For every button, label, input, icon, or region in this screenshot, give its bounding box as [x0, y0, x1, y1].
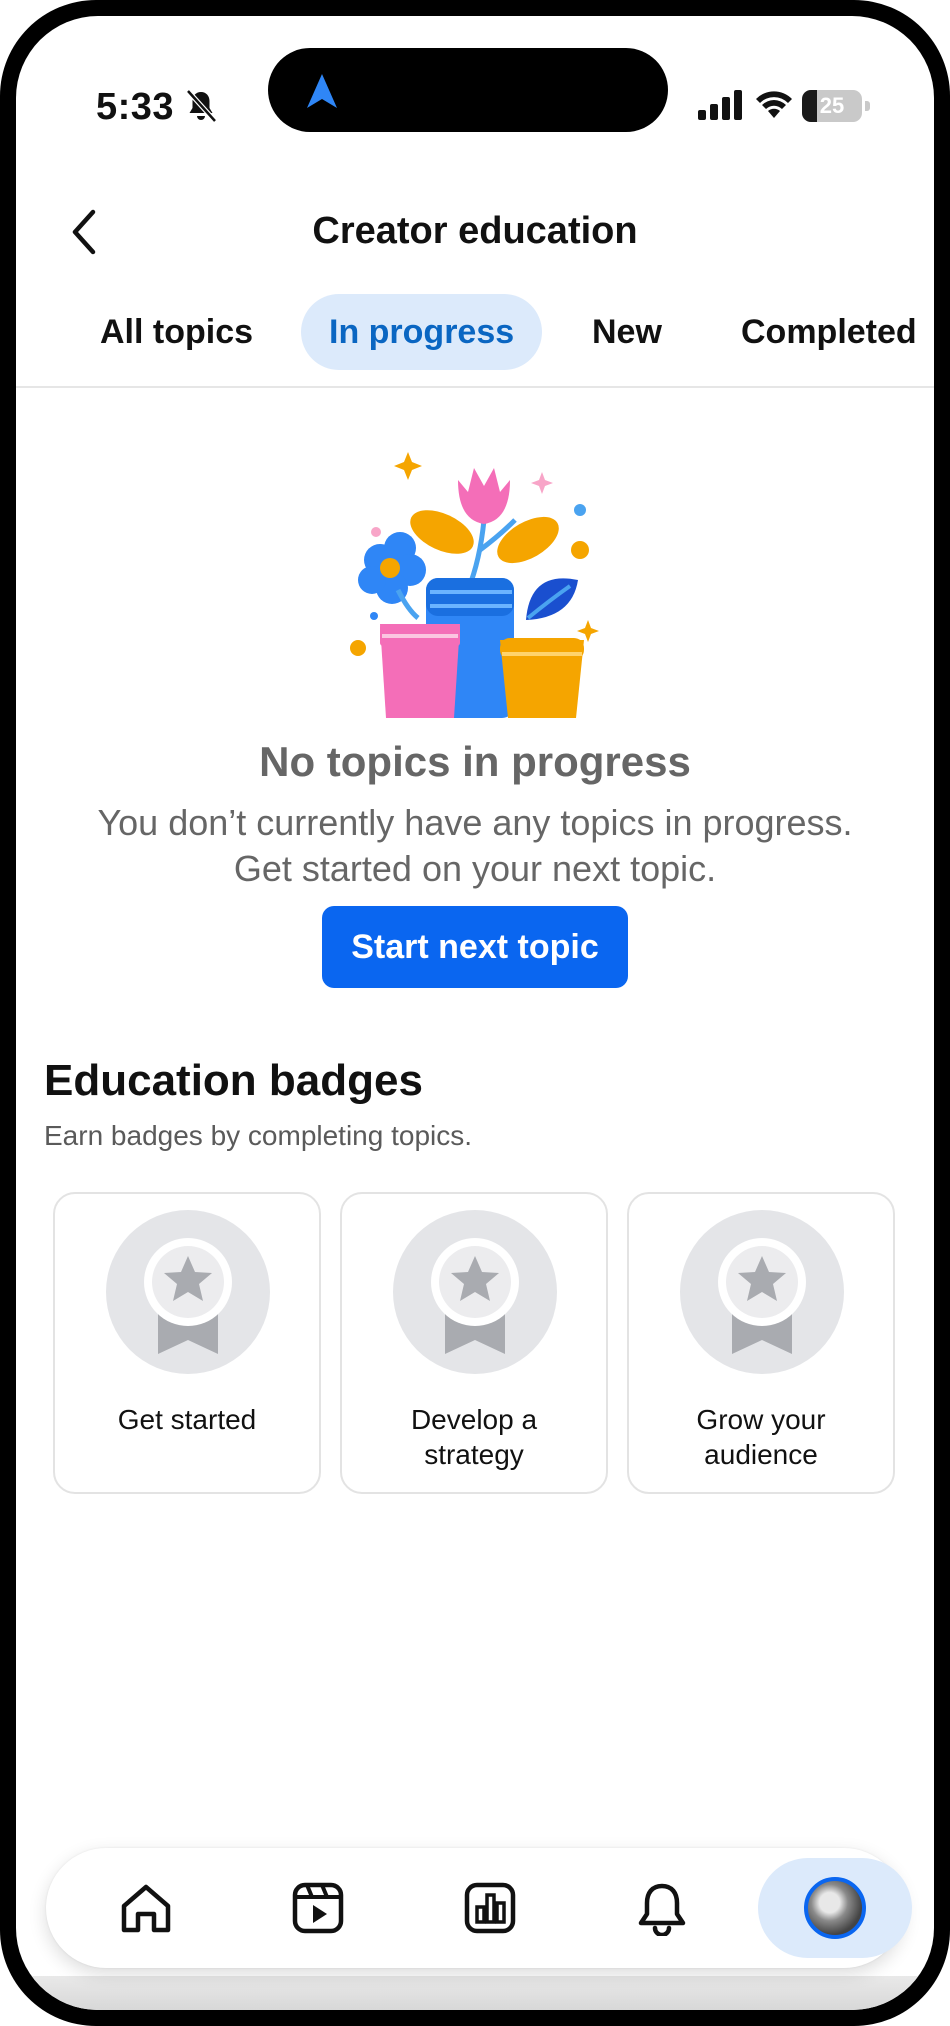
- wifi-icon: [756, 91, 792, 118]
- start-next-topic-button[interactable]: Start next topic: [322, 906, 628, 988]
- navigation-arrow-icon: [307, 74, 337, 108]
- bottom-fade: [16, 1976, 934, 2010]
- badge-label-line1: Develop a: [410, 1404, 538, 1435]
- badge-card-develop-strategy[interactable]: Develop a strategy: [340, 1192, 608, 1494]
- screen: 5:33 25 Creator education All topics In …: [16, 16, 934, 2010]
- nav-analytics-button[interactable]: [440, 1858, 540, 1958]
- bottom-nav-bar: [46, 1848, 912, 1968]
- empty-state-description-line2: Get started on your next topic.: [233, 848, 717, 889]
- nav-notifications-button[interactable]: [612, 1858, 712, 1958]
- analytics-icon: [464, 1882, 516, 1934]
- badges-section-subtitle: Earn badges by completing topics.: [44, 1120, 473, 1151]
- battery-percent: 25: [819, 93, 845, 118]
- badge-label: Grow your audience: [629, 1402, 893, 1472]
- empty-state-description-line1: You don’t currently have any topics in p…: [97, 802, 853, 843]
- badge-label: Develop a strategy: [342, 1402, 606, 1472]
- topic-tabs: All topics In progress New Completed: [56, 294, 934, 370]
- battery-nub: [865, 101, 870, 111]
- home-icon: [121, 1884, 171, 1933]
- nav-home-button[interactable]: [96, 1858, 196, 1958]
- nav-profile-button[interactable]: [758, 1858, 912, 1958]
- profile-avatar: [804, 1877, 866, 1939]
- empty-state-description: You don’t currently have any topics in p…: [16, 800, 934, 892]
- tab-divider: [16, 386, 934, 388]
- badge-card-get-started[interactable]: Get started: [53, 1192, 321, 1494]
- tab-new[interactable]: New: [564, 294, 690, 370]
- page-title: Creator education: [312, 210, 638, 252]
- nav-video-button[interactable]: [268, 1858, 368, 1958]
- tab-completed[interactable]: Completed: [713, 294, 934, 370]
- cellular-signal-icon: [698, 90, 742, 120]
- notifications-icon: [638, 1883, 686, 1936]
- badge-label: Get started: [55, 1402, 319, 1437]
- tab-all-topics[interactable]: All topics: [72, 294, 281, 370]
- status-time: 5:33: [96, 86, 175, 128]
- tab-in-progress[interactable]: In progress: [301, 294, 543, 370]
- plants-illustration: [350, 452, 599, 718]
- badges-section-title: Education badges: [44, 1056, 423, 1105]
- badge-label-line2: audience: [704, 1439, 818, 1470]
- badge-card-grow-audience[interactable]: Grow your audience: [627, 1192, 895, 1494]
- device-frame: 5:33 25 Creator education All topics In …: [0, 0, 950, 2026]
- badge-label-line1: Get started: [117, 1404, 257, 1435]
- medal-icon: [106, 1210, 270, 1374]
- battery-body: 25: [802, 90, 862, 122]
- empty-state-title: No topics in progress: [259, 738, 691, 785]
- bell-off-icon: [186, 89, 217, 123]
- badge-label-line1: Grow your: [696, 1404, 826, 1435]
- badge-label-line2: strategy: [424, 1439, 524, 1470]
- video-icon: [292, 1882, 344, 1934]
- medal-icon: [680, 1210, 844, 1374]
- medal-icon: [393, 1210, 557, 1374]
- battery-indicator: 25: [802, 90, 872, 122]
